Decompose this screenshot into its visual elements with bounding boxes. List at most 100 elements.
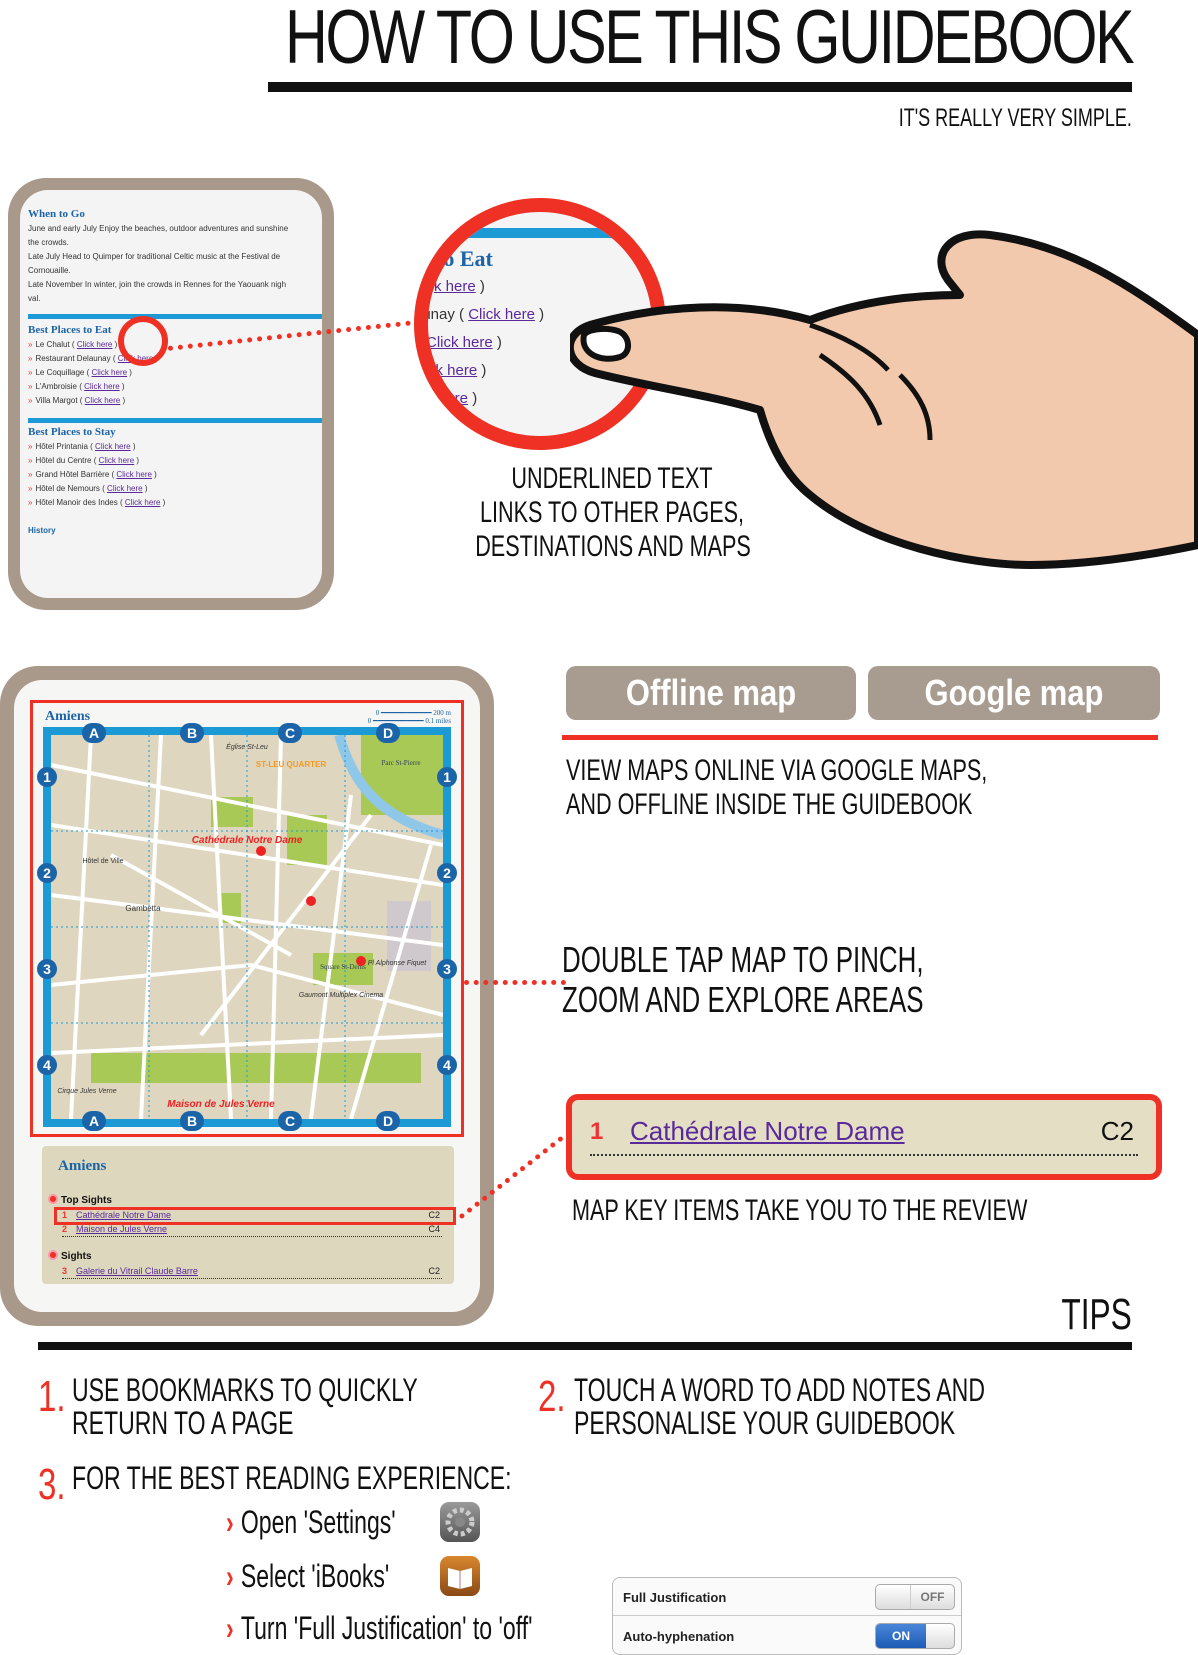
map-label: Pl Alphonse Fiquet	[368, 960, 428, 967]
auto-hyphenation-toggle[interactable]: ON	[875, 1623, 955, 1649]
grid-row-label: 4	[37, 1055, 57, 1075]
list-item: » L'Ambroisie ( Click here )	[28, 382, 125, 391]
google-map-button[interactable]: Google map	[868, 666, 1160, 720]
links-caption: UNDERLINED TEXT LINKS TO OTHER PAGES, DE…	[475, 462, 751, 563]
list-item: » Le Coquillage ( Click here )	[28, 368, 132, 377]
maps-caption: VIEW MAPS ONLINE VIA GOOGLE MAPS, AND OF…	[566, 754, 988, 821]
when-line: val.	[28, 294, 41, 303]
setting-label: Full Justification	[623, 1590, 727, 1605]
ibooks-app-icon	[440, 1556, 480, 1596]
step-item: › Open 'Settings'	[226, 1504, 396, 1540]
click-here-link[interactable]: ck here	[428, 362, 477, 379]
sight-marker	[306, 896, 316, 906]
dotted-connector	[464, 980, 566, 985]
map-label: Gambetta	[125, 904, 161, 913]
grid-column-label: C	[278, 723, 302, 743]
click-here-link[interactable]: here	[438, 390, 468, 407]
map-highlight-frame: Amiens 0 ━━━━━━━━━━━━ 200 m 0 ━━━━━━━━━━…	[30, 700, 464, 1137]
click-here-link[interactable]: Click here	[95, 442, 131, 451]
click-here-link[interactable]: Click here	[116, 470, 152, 479]
tip-text: FOR THE BEST READING EXPERIENCE:	[72, 1460, 512, 1496]
best-places-stay-heading: Best Places to Stay	[28, 426, 116, 438]
key-item-grid: C2	[1100, 1116, 1134, 1146]
map-label: Cirque Jules Verne	[57, 1088, 116, 1095]
grid-column-label: A	[82, 1111, 106, 1131]
setting-row: Full Justification OFF	[613, 1578, 961, 1616]
click-here-link[interactable]: Click here	[468, 306, 535, 323]
map-label: Hôtel de Ville	[82, 858, 123, 865]
best-places-eat-heading: Best Places to Eat	[28, 324, 112, 336]
click-here-link[interactable]: Click here	[92, 368, 128, 377]
when-line: Cornouaille.	[28, 266, 71, 275]
grid-column-label: A	[82, 723, 106, 743]
highlight-circle	[118, 316, 168, 366]
click-here-link[interactable]: Click here	[99, 456, 135, 465]
grid-row-label: 2	[37, 863, 57, 883]
park-area	[91, 1053, 421, 1083]
map-canvas[interactable]: Cathédrale Notre Dame ST-LEU QUARTER Mai…	[51, 735, 443, 1119]
magnified-line: Click here )	[426, 334, 502, 351]
click-here-link[interactable]: Click here	[77, 340, 113, 349]
grid-row-label: 1	[37, 767, 57, 787]
chevron-right-icon: ›	[226, 1558, 234, 1594]
full-justification-toggle[interactable]: OFF	[875, 1584, 955, 1610]
dotted-underline	[590, 1154, 1138, 1156]
title-rule	[268, 82, 1132, 92]
chevron-right-icon: ›	[226, 1610, 234, 1646]
list-item: » Villa Margot ( Click here )	[28, 396, 126, 405]
tip-text: USE BOOKMARKS TO QUICKLY RETURN TO A PAGE	[72, 1372, 418, 1441]
stay-list: » Hôtel Printania ( Click here ) » Hôtel d…	[28, 440, 165, 510]
map-label: Gaumont Multiplex Cinema	[299, 992, 384, 999]
click-here-link[interactable]: Click here	[428, 334, 493, 351]
key-item-number: 1	[590, 1118, 604, 1145]
list-item: » Hôtel Manoir des Indes ( Click here )	[28, 498, 166, 507]
key-title: Amiens	[58, 1158, 107, 1174]
device-frame-page: When to Go June and early July Enjoy the…	[8, 178, 334, 610]
click-here-link[interactable]: Click here	[84, 382, 120, 391]
list-item: » Hôtel du Centre ( Click here )	[28, 456, 140, 465]
when-to-go-text: June and early July Enjoy the beaches, o…	[28, 222, 288, 306]
step-item: › Turn 'Full Justification' to 'off'	[226, 1610, 533, 1646]
tip-number: 1.	[38, 1372, 66, 1421]
key-item-link[interactable]: Cathédrale Notre Dame	[630, 1116, 905, 1147]
list-item: » Grand Hôtel Barrière ( Click here )	[28, 470, 157, 479]
when-line: June and early July Enjoy the beaches, o…	[28, 224, 289, 233]
grid-row-label: 3	[437, 959, 457, 979]
settings-app-icon	[440, 1502, 480, 1542]
grid-row-label: 4	[437, 1055, 457, 1075]
list-item: » Hôtel de Nemours ( Click here )	[28, 484, 148, 493]
map-scale: 0 ━━━━━━━━━━━━ 200 m 0 ━━━━━━━━━━━━ 0.1 …	[367, 709, 451, 725]
section-divider	[28, 418, 322, 423]
magnified-heading: to Eat	[436, 246, 493, 271]
grid-column-label: D	[376, 1111, 400, 1131]
sight-marker	[356, 956, 366, 966]
key-item[interactable]: 2 Maison de Jules Verne C4	[62, 1224, 442, 1237]
offline-map-button[interactable]: Offline map	[566, 666, 856, 720]
click-here-link[interactable]: Click here	[125, 498, 161, 507]
grid-row-label: 1	[437, 767, 457, 787]
click-here-link[interactable]: k here	[434, 278, 476, 295]
click-here-link[interactable]: Click here	[107, 484, 143, 493]
setting-label: Auto-hyphenation	[623, 1629, 735, 1644]
key-item-highlight	[54, 1207, 456, 1225]
click-here-link[interactable]: Click here	[85, 396, 121, 405]
list-item: » Hôtel Printania ( Click here )	[28, 442, 136, 451]
city-map[interactable]: Cathédrale Notre Dame ST-LEU QUARTER Mai…	[37, 723, 457, 1131]
history-link[interactable]: History	[28, 526, 56, 535]
grid-column-label: B	[180, 723, 204, 743]
magnified-line: aunay ( Click here )	[414, 306, 545, 323]
magnified-line: here )	[438, 390, 478, 407]
map-label: Maison de Jules Verne	[167, 1099, 275, 1110]
when-line: Late July Head to Quimper for traditiona…	[28, 252, 281, 261]
step-item: › Select 'iBooks'	[226, 1558, 390, 1594]
key-item[interactable]: 3 Galerie du Vitrail Claude Barre C2	[62, 1266, 442, 1279]
grid-row-label: 2	[437, 863, 457, 883]
map-title: Amiens	[45, 709, 91, 724]
page-subtitle: IT'S REALLY VERY SIMPLE.	[898, 104, 1132, 132]
map-label: Église St-Leu	[226, 742, 268, 751]
when-line: Late November In winter, join the crowds…	[28, 280, 287, 289]
map-label: ST-LEU QUARTER	[256, 760, 326, 769]
when-to-go-heading: When to Go	[28, 208, 85, 220]
key-item-enlarged[interactable]: 1 Cathédrale Notre Dame C2	[566, 1094, 1162, 1180]
guidebook-page: When to Go June and early July Enjoy the…	[20, 190, 322, 598]
